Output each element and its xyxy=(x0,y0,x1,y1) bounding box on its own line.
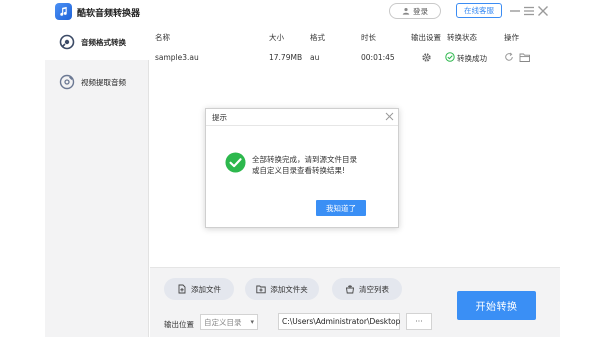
column-action-header: 操作 xyxy=(504,33,519,42)
login-label: 登录 xyxy=(413,6,428,16)
file-name: sample3.au xyxy=(155,53,199,62)
column-duration-header: 时长 xyxy=(361,33,376,42)
success-check-icon xyxy=(445,52,455,62)
sidebar: 音频格式转换 视频提取音频 xyxy=(45,24,149,337)
refresh-icon[interactable] xyxy=(504,52,514,62)
table-row[interactable]: sample3.au 17.79MB au 00:01:45 转换成功 xyxy=(150,48,560,68)
add-file-label: 添加文件 xyxy=(191,284,221,294)
add-file-icon xyxy=(178,284,186,294)
output-location-label: 输出位置 xyxy=(164,320,194,329)
completion-dialog: 提示 全部转换完成，请到源文件目录 或自定义目录查看转换结果! 我知道了 xyxy=(205,108,399,228)
menu-icon xyxy=(524,6,534,16)
dialog-title: 提示 xyxy=(212,113,227,122)
dialog-message-line2: 或自定义目录查看转换结果! xyxy=(252,166,346,175)
gear-icon[interactable] xyxy=(421,52,432,63)
column-name-header: 名称 xyxy=(155,33,170,42)
success-check-icon xyxy=(225,152,246,173)
online-service-button[interactable]: 在线客服 xyxy=(456,3,502,18)
user-icon xyxy=(402,7,410,15)
output-path-field[interactable]: C:\Users\Administrator\Desktop xyxy=(278,313,400,330)
close-window-button[interactable] xyxy=(536,4,550,18)
sidebar-item-label: 视频提取音频 xyxy=(81,77,126,87)
sidebar-item-label: 音频格式转换 xyxy=(81,37,126,47)
open-folder-icon[interactable] xyxy=(519,52,531,63)
add-file-button[interactable]: 添加文件 xyxy=(164,278,234,300)
minimize-button[interactable] xyxy=(508,4,522,18)
column-size-header: 大小 xyxy=(269,33,284,42)
app-title: 酷软音频转换器 xyxy=(77,9,141,19)
output-mode-value: 自定义目录 xyxy=(204,317,242,327)
menu-button[interactable] xyxy=(522,4,536,18)
add-folder-label: 添加文件夹 xyxy=(270,284,308,294)
file-size: 17.79MB xyxy=(269,53,303,62)
start-convert-button[interactable]: 开始转换 xyxy=(457,291,536,320)
dialog-message-line1: 全部转换完成，请到源文件目录 xyxy=(252,155,357,164)
clear-list-button[interactable]: 清空列表 xyxy=(332,278,402,300)
add-folder-icon xyxy=(256,285,266,294)
conversion-status: 转换成功 xyxy=(457,54,487,63)
file-format: au xyxy=(310,53,320,62)
output-mode-select[interactable]: 自定义目录 ▾ xyxy=(200,314,258,330)
minimize-icon xyxy=(510,10,520,12)
bottom-toolbar: 添加文件 添加文件夹 清空列表 开始转换 输出位置 自定义目录 ▾ C:\Use… xyxy=(150,267,560,337)
add-folder-button[interactable]: 添加文件夹 xyxy=(245,278,319,300)
column-output-settings-header: 输出设置 xyxy=(411,33,441,42)
audio-convert-icon xyxy=(59,34,75,50)
dialog-ok-button[interactable]: 我知道了 xyxy=(316,200,366,216)
table-header: 名称 大小 格式 时长 输出设置 转换状态 操作 xyxy=(150,30,560,44)
title-bar: 酷软音频转换器 登录 在线客服 xyxy=(0,0,600,24)
close-icon xyxy=(538,6,548,16)
login-button[interactable]: 登录 xyxy=(389,3,441,19)
app-logo-icon xyxy=(55,3,72,20)
sidebar-item-audio-format-convert[interactable]: 音频格式转换 xyxy=(45,24,149,60)
column-format-header: 格式 xyxy=(310,33,325,42)
clear-list-icon xyxy=(345,285,355,294)
column-status-header: 转换状态 xyxy=(447,33,477,42)
file-duration: 00:01:45 xyxy=(361,53,395,62)
chevron-down-icon: ▾ xyxy=(250,318,254,326)
close-icon[interactable] xyxy=(385,112,394,121)
browse-path-button[interactable]: ··· xyxy=(406,313,432,330)
sidebar-item-video-extract-audio[interactable]: 视频提取音频 xyxy=(45,64,149,100)
dialog-header: 提示 xyxy=(206,109,398,126)
clear-list-label: 清空列表 xyxy=(359,284,389,294)
video-audio-icon xyxy=(59,74,75,90)
